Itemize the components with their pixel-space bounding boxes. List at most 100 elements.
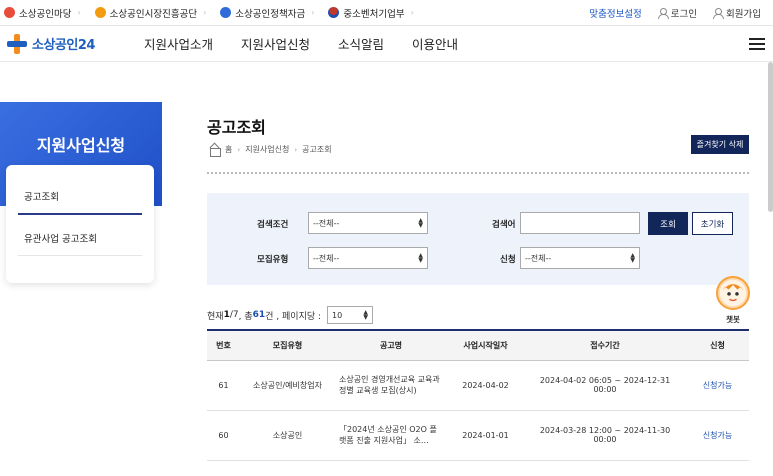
search-condition-label: 검색조건 [257,220,289,230]
summary-middle: , 총 [238,311,253,322]
site-link-2[interactable]: 소상공인정책자금 › [220,6,314,20]
breadcrumb: 홈 › 지원사업신청 › 공고조회 [209,144,332,157]
brand-name: 소상공인24 [32,38,95,53]
breadcrumb-apply[interactable]: 지원사업신청 [245,144,289,155]
sidebar-item-related-notice[interactable]: 유관사업 공고조회 [18,215,142,256]
col-header-title: 공고명 [335,329,447,361]
nav-item-guide[interactable]: 이용안내 [412,34,458,53]
col-header-no: 번호 [207,329,240,361]
chevron-right-icon: › [311,8,315,17]
chatbot-button[interactable]: 챗봇 [712,276,754,326]
main-header: 소상공인24 지원사업소개 지원사업신청 소식알림 이용안내 [0,26,773,62]
brand-mark-icon [7,33,27,54]
keyword-input[interactable] [520,212,640,234]
gov-logo-icon [328,7,340,18]
page-size-select[interactable]: 10 ▲ ▼ [327,306,374,324]
page-size-value: 10 [332,310,343,320]
nav-item-apply[interactable]: 지원사업신청 [241,34,310,53]
site-link-3[interactable]: 중소벤처기업부 › [328,6,414,20]
chevron-right-icon: › [237,145,241,154]
menu-icon[interactable] [749,38,765,50]
chatbot-label: 챗봇 [726,315,740,324]
utility-bar: 소상공인마당 › 소상공인시장진흥공단 › 소상공인정책자금 › 중소벤처기업부… [0,0,773,26]
col-header-status: 신청 [686,329,749,361]
site-link-1[interactable]: 소상공인시장진흥공단 › [94,6,207,20]
user-links: 맞춤정보설정 로그인 회원가입 [589,0,761,26]
sidebar-menu: 공고조회 유관사업 공고조회 [6,165,154,283]
home-icon[interactable] [209,145,221,157]
summary-suffix: 건 , 페이지당 : [265,311,322,322]
site-label: 중소벤처기업부 [343,8,405,20]
site-label: 소상공인정책자금 [235,8,306,20]
main-nav: 지원사업소개 지원사업신청 소식알림 이용안내 [144,34,458,53]
chevron-right-icon: › [203,8,207,17]
search-panel [207,193,749,285]
cell-title-link[interactable]: 「2024년 소상공인 O2O 플랫폼 진출 지원사업」 소… [335,410,447,461]
search-condition-select[interactable]: --전체-- ▲ ▼ [308,212,428,234]
login-link[interactable]: 로그인 [657,6,698,20]
breadcrumb-home[interactable]: 홈 [225,144,232,155]
page-scrollbar[interactable] [768,62,773,212]
cell-no: 60 [207,410,240,461]
total-pages: /7 [229,310,239,320]
result-summary: 현재 1 /7 , 총 61 건 , 페이지당 : 10 ▲ ▼ [207,306,374,324]
breadcrumb-current: 공고조회 [302,145,332,154]
chevron-right-icon: › [410,8,414,17]
table-row[interactable]: 61 소상공인/예비창업자 소상공인 경영개선교육 교육과정별 교육생 모집(상… [207,360,749,411]
keyword-label: 검색어 [492,220,516,230]
person-icon [657,8,669,19]
search-condition-value: --전체-- [313,218,340,228]
favorite-delete-button[interactable]: 즐겨찾기 삭제 [691,135,749,154]
chevron-right-icon: › [294,145,298,154]
chatbot-character-icon [716,276,750,310]
reset-button[interactable]: 초기화 [692,212,733,235]
site-link-0[interactable]: 소상공인마당 › [4,6,81,20]
search-button[interactable]: 조회 [648,212,688,235]
select-arrows-icon: ▲ ▼ [630,252,635,264]
col-header-type: 모집유형 [240,329,335,361]
sidebar-item-notice-search[interactable]: 공고조회 [18,173,142,215]
col-header-period: 접수기간 [524,329,686,361]
cell-start: 2024-01-01 [447,410,524,461]
table-row[interactable]: 60 소상공인 「2024년 소상공인 O2O 플랫폼 진출 지원사업」 소… … [207,410,749,461]
site-logo-icon [220,7,232,18]
cell-start: 2024-04-02 [447,360,524,411]
total-count: 61 [252,310,266,320]
login-label: 로그인 [670,9,698,20]
cell-status[interactable]: 신청가능 [686,360,749,411]
table-header-row: 번호 모집유형 공고명 사업시작일자 접수기간 신청 [207,329,749,361]
recruit-type-value: --전체-- [313,253,340,263]
apply-status-label: 신청 [500,255,516,265]
cell-status[interactable]: 신청가능 [686,410,749,461]
cell-title-link[interactable]: 소상공인 경영개선교육 교육과정별 교육생 모집(상시) [335,360,447,411]
divider [207,172,749,174]
apply-status-select[interactable]: --전체-- ▲ ▼ [520,247,640,269]
select-arrows-icon: ▲ ▼ [363,309,369,321]
col-header-start: 사업시작일자 [447,329,524,361]
site-label: 소상공인시장진흥공단 [109,8,198,20]
custom-info-link[interactable]: 맞춤정보설정 [589,6,641,20]
cell-no: 61 [207,360,240,411]
cell-type: 소상공인/예비창업자 [240,360,335,411]
select-arrows-icon: ▲ ▼ [418,217,423,229]
summary-prefix: 현재 [207,311,224,322]
recruit-type-label: 모집유형 [257,255,289,265]
cell-period: 2024-03-28 12:00 ~ 2024-11-30 00:00 [524,410,686,461]
cell-type: 소상공인 [240,410,335,461]
site-logo-icon [4,7,15,18]
nav-item-intro[interactable]: 지원사업소개 [144,34,213,53]
notice-table: 번호 모집유형 공고명 사업시작일자 접수기간 신청 61 소상공인/예비창업자… [207,329,749,461]
signup-link[interactable]: 회원가입 [713,6,761,20]
recruit-type-select[interactable]: --전체-- ▲ ▼ [308,247,428,269]
nav-item-news[interactable]: 소식알림 [338,34,384,53]
chevron-right-icon: › [77,8,81,17]
site-logo-icon [94,7,106,18]
brand-logo[interactable]: 소상공인24 [6,33,134,55]
page-title: 공고조회 [207,118,266,137]
apply-status-value: --전체-- [525,253,552,263]
site-label: 소상공인마당 [19,8,72,20]
person-add-icon [713,8,725,19]
select-arrows-icon: ▲ ▼ [418,252,423,264]
cell-period: 2024-04-02 06:05 ~ 2024-12-31 00:00 [524,360,686,411]
signup-label: 회원가입 [726,9,761,20]
